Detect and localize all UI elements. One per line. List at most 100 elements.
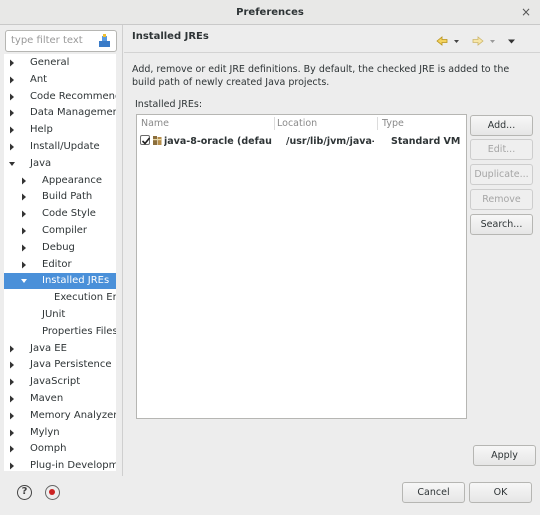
chevron-right-icon[interactable] <box>8 92 16 102</box>
tree-item[interactable]: Editor <box>4 257 116 273</box>
add-button[interactable]: Add... <box>470 115 533 136</box>
column-header-name[interactable]: Name <box>141 118 169 129</box>
tree-item[interactable]: Debug <box>4 240 116 256</box>
tree-item-label: Oomph <box>30 443 67 455</box>
tree-item[interactable]: Ant <box>4 72 116 88</box>
chevron-right-icon[interactable] <box>20 260 28 270</box>
table-row[interactable]: java-8-oracle (default) /usr/lib/jvm/jav… <box>138 133 465 151</box>
tree-item[interactable]: Build Path <box>4 189 116 205</box>
chevron-right-icon[interactable] <box>20 176 28 186</box>
filter-field[interactable] <box>5 30 117 52</box>
preference-tree[interactable]: General Ant Code Recommenders Data Manageme… <box>4 54 116 471</box>
tree-item-label: JavaScript <box>30 376 81 388</box>
tree-item[interactable]: Execution Environments <box>4 290 116 306</box>
view-menu-icon[interactable] <box>507 36 516 49</box>
column-header-location[interactable]: Location <box>277 118 317 129</box>
tree-item-label: Data Management <box>30 107 116 119</box>
tree-item-label: Help <box>30 124 53 136</box>
chevron-right-icon[interactable] <box>20 243 28 253</box>
chevron-right-icon[interactable] <box>8 58 16 68</box>
chevron-right-icon[interactable] <box>8 344 16 354</box>
tree-item-label: Mylyn <box>30 426 60 438</box>
tree-item-label: Plug-in Development <box>30 460 116 471</box>
tree-item-label: Properties Files Editor <box>42 325 116 337</box>
tree-item[interactable]: JUnit <box>4 307 116 323</box>
chevron-right-icon[interactable] <box>8 428 16 438</box>
tree-item[interactable]: Mylyn <box>4 425 116 441</box>
record-macro-icon[interactable] <box>45 485 60 500</box>
tree-item[interactable]: Java EE <box>4 341 116 357</box>
close-icon[interactable]: × <box>521 5 531 19</box>
tree-item-label: Appearance <box>42 174 103 186</box>
tree-item[interactable]: Maven <box>4 391 116 407</box>
tree-item-label: General <box>30 57 70 68</box>
forward-arrow-icon[interactable] <box>472 36 484 49</box>
tree-item-label: JUnit <box>42 309 66 320</box>
edit-button[interactable]: Edit... <box>470 139 533 160</box>
chevron-down-icon[interactable] <box>20 276 28 286</box>
tree-item-label: Memory Analyzer <box>30 409 116 421</box>
back-arrow-icon[interactable] <box>436 36 448 49</box>
tree-item-label: Compiler <box>42 225 88 236</box>
remove-button[interactable]: Remove <box>470 189 533 210</box>
tree-item-label: Execution Environments <box>54 292 116 304</box>
tree-item[interactable]: Java <box>4 156 116 172</box>
chevron-right-icon[interactable] <box>20 226 28 236</box>
installed-jres-table[interactable]: Name Location Type java-8-oracle (defaul… <box>136 114 467 419</box>
back-menu-chevron-icon[interactable] <box>453 36 460 49</box>
forward-menu-chevron-icon[interactable] <box>489 36 496 49</box>
tree-item[interactable]: Java Persistence <box>4 357 116 373</box>
tree-item[interactable]: Installed JREs <box>4 273 116 290</box>
tree-item[interactable]: Code Recommenders <box>4 89 116 105</box>
window-title: Preferences <box>236 7 304 18</box>
tree-item-label: Build Path <box>42 191 93 203</box>
chevron-right-icon[interactable] <box>20 192 28 202</box>
tree-item-label: Code Recommenders <box>30 90 116 102</box>
chevron-right-icon[interactable] <box>8 377 16 387</box>
tree-item[interactable]: Plug-in Development <box>4 458 116 471</box>
tree-item-label: Code Style <box>42 208 96 220</box>
header-separator <box>124 52 540 53</box>
filter-input[interactable] <box>11 35 96 46</box>
column-divider <box>377 117 378 130</box>
jre-location: /usr/lib/jvm/java-8-oracle <box>286 136 374 147</box>
chevron-right-icon[interactable] <box>8 461 16 471</box>
left-panel: General Ant Code Recommenders Data Manageme… <box>0 25 123 476</box>
apply-button[interactable]: Apply <box>473 445 536 466</box>
duplicate-button[interactable]: Duplicate... <box>470 164 533 185</box>
cancel-button[interactable]: Cancel <box>402 482 465 503</box>
page-title: Installed JREs <box>132 31 209 42</box>
chevron-right-icon[interactable] <box>8 142 16 152</box>
tree-item[interactable]: Install/Update <box>4 139 116 155</box>
tree-item[interactable]: JavaScript <box>4 374 116 390</box>
chevron-right-icon[interactable] <box>8 360 16 370</box>
chevron-right-icon[interactable] <box>8 125 16 135</box>
help-icon[interactable]: ? <box>17 485 32 500</box>
tree-item-label: Java EE <box>30 342 67 354</box>
tree-item[interactable]: Data Management <box>4 105 116 121</box>
tree-item[interactable]: Memory Analyzer <box>4 408 116 424</box>
chevron-right-icon[interactable] <box>8 411 16 421</box>
search-button[interactable]: Search... <box>470 214 533 235</box>
chevron-right-icon[interactable] <box>8 75 16 85</box>
tree-item[interactable]: Appearance <box>4 173 116 189</box>
tree-item[interactable]: General <box>4 55 116 71</box>
ok-button[interactable]: OK <box>469 482 532 503</box>
chevron-right-icon[interactable] <box>8 444 16 454</box>
tree-item[interactable]: Compiler <box>4 223 116 239</box>
tree-item[interactable]: Code Style <box>4 206 116 222</box>
chevron-down-icon[interactable] <box>8 159 16 169</box>
tree-item[interactable]: Properties Files Editor <box>4 324 116 340</box>
chevron-right-icon[interactable] <box>8 108 16 118</box>
column-header-type[interactable]: Type <box>382 118 404 129</box>
default-jre-checkbox[interactable] <box>140 135 151 145</box>
chevron-right-icon[interactable] <box>20 209 28 219</box>
installed-jres-label: Installed JREs: <box>135 99 203 110</box>
page-description: Add, remove or edit JRE definitions. By … <box>132 64 510 88</box>
tree-item-label: Ant <box>30 73 48 85</box>
tree-item[interactable]: Help <box>4 122 116 138</box>
tree-item[interactable]: Oomph <box>4 441 116 457</box>
chevron-right-icon[interactable] <box>8 394 16 404</box>
tree-item-label: Debug <box>42 241 75 253</box>
clear-filter-icon[interactable] <box>98 34 111 48</box>
